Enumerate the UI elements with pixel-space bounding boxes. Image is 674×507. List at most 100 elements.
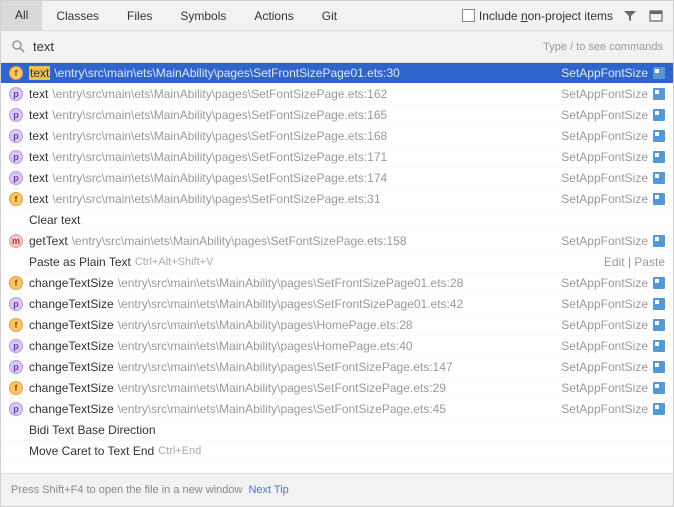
module-icon xyxy=(653,193,665,205)
right-tools: Include non-project items xyxy=(462,7,665,25)
result-row[interactable]: p changeTextSize \entry\src\main\ets\Main… xyxy=(1,336,673,357)
result-label: Move Caret to Text End xyxy=(29,444,154,458)
result-row[interactable]: fchangeTextSize \entry\src\main\ets\Main… xyxy=(1,378,673,399)
result-path: \entry\src\main\ets\MainAbility\pages\Ho… xyxy=(118,318,413,332)
result-row[interactable]: fchangeTextSize \entry\src\main\ets\Main… xyxy=(1,273,673,294)
result-path: \entry\src\main\ets\MainAbility\pages\Se… xyxy=(52,87,387,101)
result-label: Paste as Plain Text xyxy=(29,255,131,269)
search-icon xyxy=(11,39,27,55)
result-row[interactable]: Move Caret to Text End Ctrl+End xyxy=(1,441,673,462)
result-module: SetAppFontSize xyxy=(561,297,648,311)
tab-symbols[interactable]: Symbols xyxy=(166,1,240,30)
search-input[interactable] xyxy=(33,39,543,54)
p-icon: p xyxy=(9,297,23,311)
p-icon: p xyxy=(9,339,23,353)
f-icon: f xyxy=(9,276,23,290)
result-path: \entry\src\main\ets\MainAbility\pages\Ho… xyxy=(118,339,413,353)
search-hint: Type / to see commands xyxy=(543,41,663,53)
tabs-bar: AllClassesFilesSymbolsActionsGit Include… xyxy=(1,1,673,31)
result-label: text xyxy=(29,192,48,206)
f-icon: f xyxy=(9,381,23,395)
result-label: changeTextSize xyxy=(29,402,114,416)
results-list[interactable]: ftext \entry\src\main\ets\MainAbility\pa… xyxy=(1,63,673,473)
footer-hint: Press Shift+F4 to open the file in a new… xyxy=(11,484,242,496)
filter-icon[interactable] xyxy=(621,7,639,25)
module-icon xyxy=(653,151,665,163)
result-path: \entry\src\main\ets\MainAbility\pages\Se… xyxy=(54,66,400,80)
result-row[interactable]: pchangeTextSize \entry\src\main\ets\Main… xyxy=(1,294,673,315)
shortcut: Ctrl+End xyxy=(158,445,201,457)
result-module: SetAppFontSize xyxy=(561,192,648,206)
p-icon: p xyxy=(9,108,23,122)
result-row[interactable]: ptext \entry\src\main\ets\MainAbility\pa… xyxy=(1,168,673,189)
result-row[interactable]: Clear text xyxy=(1,210,673,231)
result-label: Bidi Text Base Direction xyxy=(29,423,156,437)
result-label: getText xyxy=(29,234,68,248)
include-label: Include non-project items xyxy=(479,9,613,23)
tab-all[interactable]: All xyxy=(1,1,42,30)
p-icon: p xyxy=(9,87,23,101)
result-path: \entry\src\main\ets\MainAbility\pages\Se… xyxy=(118,402,446,416)
result-path: \entry\src\main\ets\MainAbility\pages\Se… xyxy=(52,192,380,206)
checkbox-icon xyxy=(462,9,475,22)
result-label: changeTextSize xyxy=(29,318,114,332)
result-module: SetAppFontSize xyxy=(561,66,648,80)
result-path: \entry\src\main\ets\MainAbility\pages\Se… xyxy=(52,171,387,185)
next-tip-link[interactable]: Next Tip xyxy=(248,484,288,496)
window-mode-icon[interactable] xyxy=(647,7,665,25)
result-path: \entry\src\main\ets\MainAbility\pages\Se… xyxy=(52,129,387,143)
tab-classes[interactable]: Classes xyxy=(42,1,113,30)
result-row[interactable]: mgetText \entry\src\main\ets\MainAbility… xyxy=(1,231,673,252)
module-icon xyxy=(653,172,665,184)
module-icon xyxy=(653,277,665,289)
f-icon: f xyxy=(9,192,23,206)
result-module: SetAppFontSize xyxy=(561,129,648,143)
module-icon xyxy=(653,298,665,310)
result-label: text xyxy=(29,171,48,185)
result-label: changeTextSize xyxy=(29,339,114,353)
f-icon: f xyxy=(9,66,23,80)
result-label: text xyxy=(29,150,48,164)
module-icon xyxy=(653,340,665,352)
result-row[interactable]: pchangeTextSize \entry\src\main\ets\Main… xyxy=(1,357,673,378)
result-label: text xyxy=(29,108,48,122)
result-label: text xyxy=(29,129,48,143)
result-path: \entry\src\main\ets\MainAbility\pages\Se… xyxy=(52,108,387,122)
tab-files[interactable]: Files xyxy=(113,1,166,30)
result-row[interactable]: pchangeTextSize \entry\src\main\ets\Main… xyxy=(1,399,673,420)
result-label: text xyxy=(29,87,48,101)
p-icon: p xyxy=(9,150,23,164)
result-module: SetAppFontSize xyxy=(561,87,648,101)
module-icon xyxy=(653,67,665,79)
result-row[interactable]: ftext \entry\src\main\ets\MainAbility\pa… xyxy=(1,63,673,84)
module-icon xyxy=(653,130,665,142)
m-icon: m xyxy=(9,234,23,248)
result-row[interactable]: Paste as Plain TextCtrl+Alt+Shift+VEdit … xyxy=(1,252,673,273)
tab-actions[interactable]: Actions xyxy=(240,1,307,30)
result-module: SetAppFontSize xyxy=(561,381,648,395)
module-icon xyxy=(653,319,665,331)
module-icon xyxy=(653,403,665,415)
result-label: Clear text xyxy=(29,213,80,227)
result-row[interactable]: ptext \entry\src\main\ets\MainAbility\pa… xyxy=(1,147,673,168)
p-icon: p xyxy=(9,129,23,143)
tab-git[interactable]: Git xyxy=(308,1,351,30)
result-path: \entry\src\main\ets\MainAbility\pages\Se… xyxy=(118,360,453,374)
result-module: SetAppFontSize xyxy=(561,318,648,332)
result-row[interactable]: fchangeTextSize \entry\src\main\ets\Main… xyxy=(1,315,673,336)
module-icon xyxy=(653,109,665,121)
result-module: SetAppFontSize xyxy=(561,171,648,185)
result-row[interactable]: ftext \entry\src\main\ets\MainAbility\pa… xyxy=(1,189,673,210)
result-label: text xyxy=(29,66,50,80)
include-non-project[interactable]: Include non-project items xyxy=(462,9,613,23)
module-icon xyxy=(653,88,665,100)
result-row[interactable]: ptext \entry\src\main\ets\MainAbility\pa… xyxy=(1,126,673,147)
module-icon xyxy=(653,382,665,394)
p-icon: p xyxy=(9,360,23,374)
shortcut: Ctrl+Alt+Shift+V xyxy=(135,256,214,268)
result-module: SetAppFontSize xyxy=(561,234,648,248)
result-row[interactable]: ptext \entry\src\main\ets\MainAbility\pa… xyxy=(1,84,673,105)
result-row[interactable]: ptext \entry\src\main\ets\MainAbility\pa… xyxy=(1,105,673,126)
result-row[interactable]: Bidi Text Base Direction xyxy=(1,420,673,441)
result-label: changeTextSize xyxy=(29,276,114,290)
